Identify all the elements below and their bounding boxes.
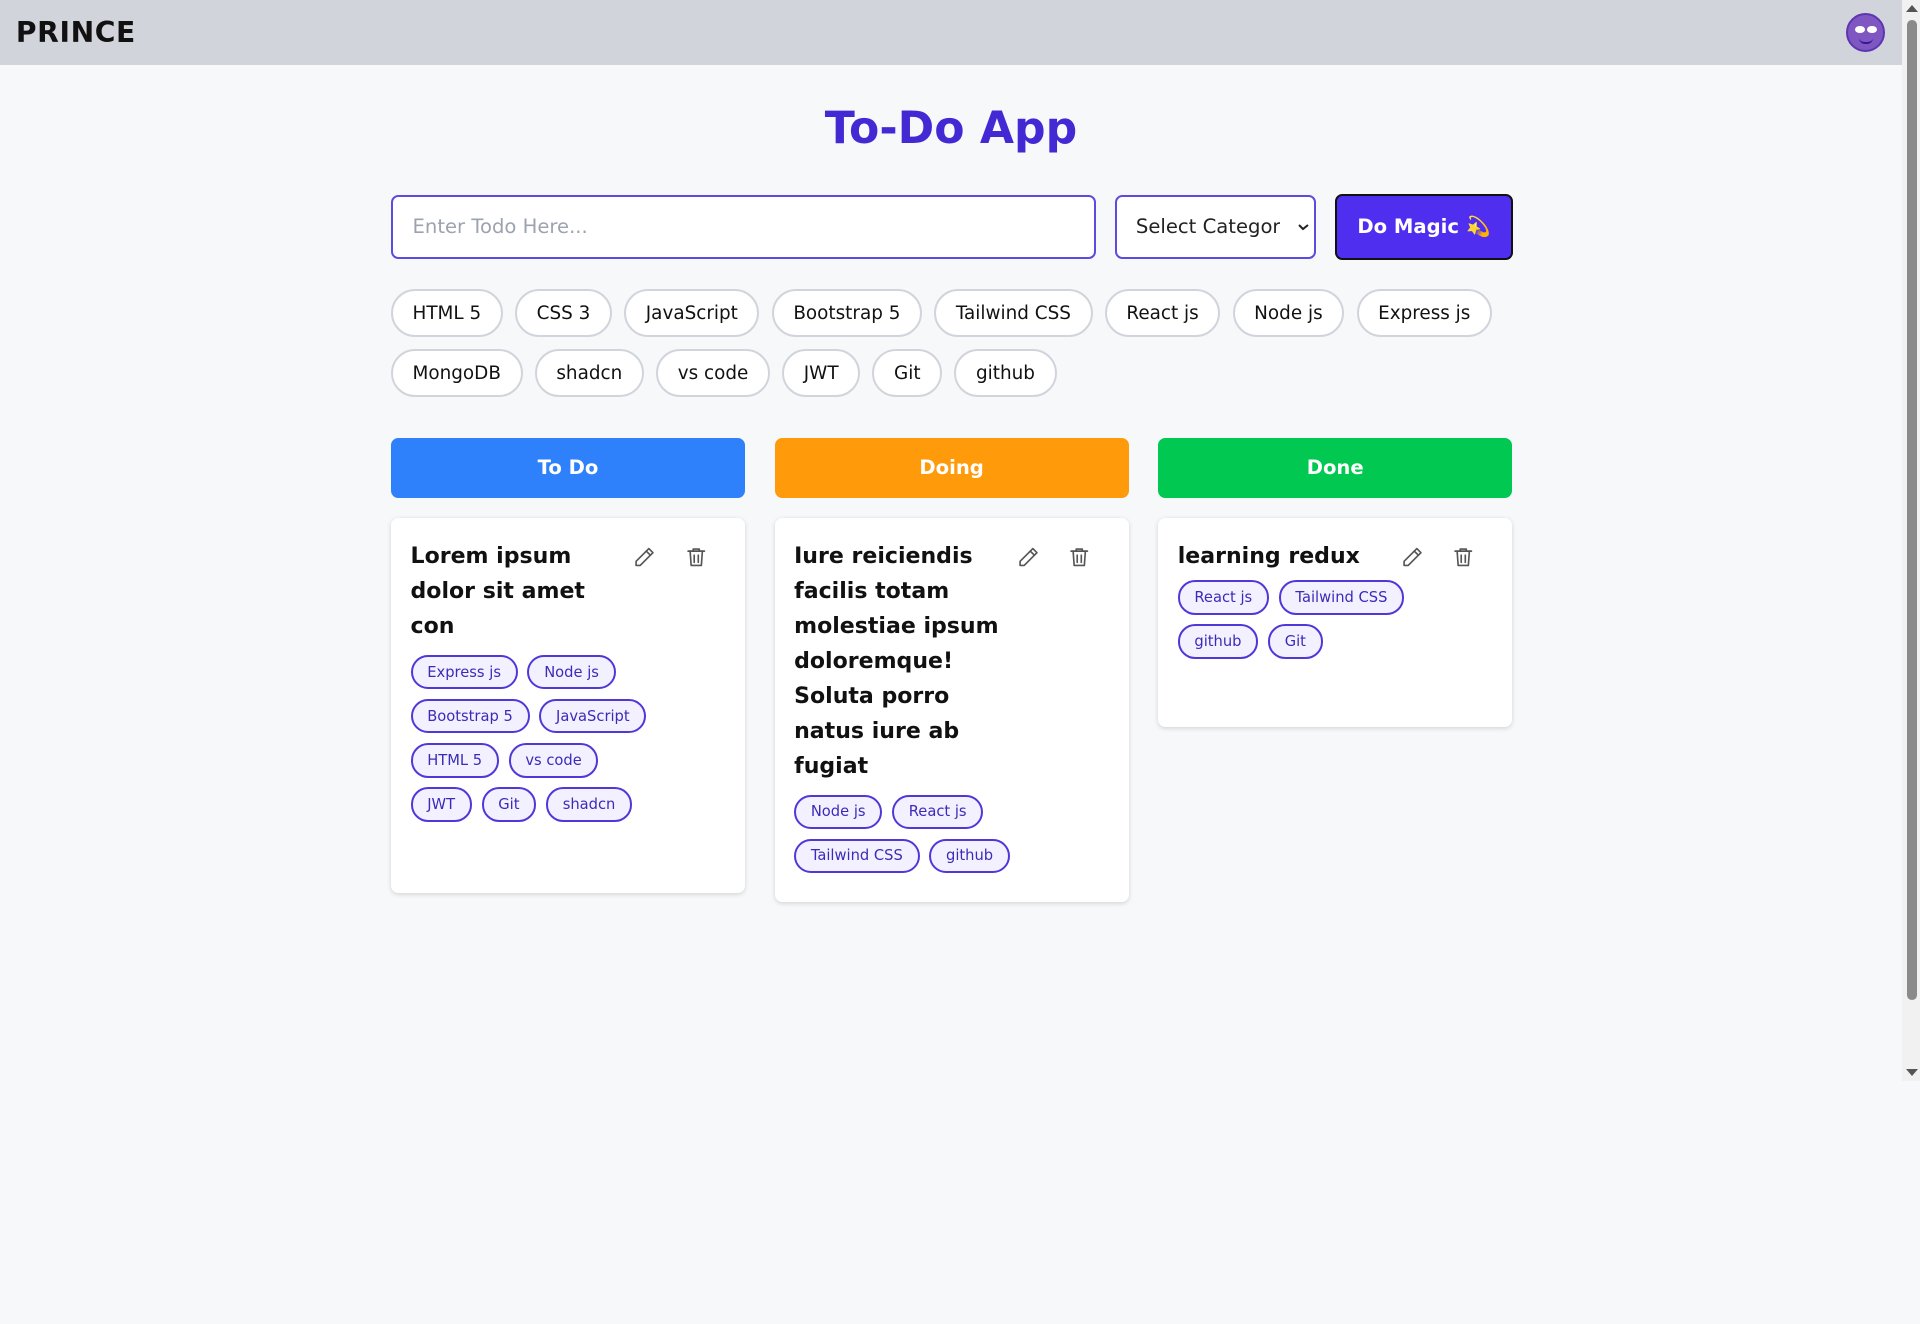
card-title: Lorem ipsum dolor sit amet con [410,544,585,640]
tag: Tailwind CSS [794,838,920,874]
card-title: Iure reiciendis facilis totam molestiae … [794,544,999,779]
tag: Git [481,787,537,822]
doing-card: Iure reiciendis facilis totam molestiae … [774,518,1129,902]
category-chip[interactable]: JavaScript [624,289,760,337]
page-title: To-Do App [824,102,1078,154]
category-chip[interactable]: Tailwind CSS [934,289,1093,337]
scroll-down-arrow-icon[interactable] [1905,1069,1918,1076]
column-header-doing: Doing [774,437,1129,498]
trash-icon[interactable] [684,545,709,570]
tag: JavaScript [539,699,647,734]
tag: shadcn [545,787,633,822]
pencil-icon[interactable] [1016,545,1041,570]
trash-icon[interactable] [1451,545,1476,570]
avatar-eye-icon [1867,25,1877,34]
pencil-icon[interactable] [632,545,657,570]
tag: vs code [508,743,599,778]
card-tags: Node js React js Tailwind CSS github [794,794,1039,874]
sparkle-icon: 💫 [1466,215,1491,239]
avatar-eye-icon [1854,25,1865,34]
category-chip[interactable]: vs code [656,349,770,398]
card-title: learning redux [1177,544,1360,570]
tag: React js [892,794,984,829]
tag: github [1177,624,1259,659]
tag: Tailwind CSS [1278,580,1405,615]
category-chip[interactable]: Git [872,349,943,398]
category-chip[interactable]: shadcn [534,349,644,398]
brand-logo[interactable]: PRINCE [16,16,136,49]
card-header: Iure reiciendis facilis totam molestiae … [794,540,1109,784]
category-chip[interactable]: Node js [1232,289,1345,337]
tag: React js [1177,580,1269,615]
category-chip[interactable]: Express js [1356,289,1492,337]
card-actions [632,540,725,569]
category-chip[interactable]: MongoDB [390,349,523,398]
card-actions [1400,540,1493,569]
tag: Node js [794,794,883,829]
scroll-up-arrow-icon[interactable] [1905,5,1918,12]
category-chip[interactable]: HTML 5 [390,289,503,337]
trash-icon[interactable] [1067,545,1092,570]
do-magic-button[interactable]: Do Magic 💫 [1334,193,1514,260]
tag: github [929,838,1010,874]
todo-input[interactable] [390,194,1096,259]
tag: Git [1268,624,1323,659]
category-chip[interactable]: Bootstrap 5 [771,289,922,337]
card-header: learning redux [1178,540,1493,575]
card-header: Lorem ipsum dolor sit amet con [411,540,726,645]
scrollbar-thumb[interactable] [1906,19,1917,1000]
category-chip[interactable]: CSS 3 [515,289,612,337]
card-tags: React js Tailwind CSS github Git [1177,580,1423,659]
column-header-done: Done [1158,437,1513,498]
todo-card: Lorem ipsum dolor sit amet con Express j… [390,518,746,894]
pencil-icon[interactable] [1400,545,1425,570]
user-avatar[interactable] [1845,12,1885,53]
card-tags: Express js Node js Bootstrap 5 JavaScrip… [410,654,656,822]
column-header-todo: To Do [390,437,746,498]
category-chips: HTML 5 CSS 3 JavaScript Bootstrap 5 Tail… [390,289,1494,398]
navbar: PRINCE [0,0,1902,65]
tag: HTML 5 [410,743,499,778]
category-chip[interactable]: React js [1104,289,1221,337]
done-card: learning redux React js Tailwind CSS git… [1158,518,1513,727]
tag: Express js [410,654,518,690]
do-magic-label: Do Magic [1357,215,1459,239]
tag: Node js [527,654,616,690]
scrollbar[interactable] [1901,0,1920,1081]
page: PRINCE To-Do App Select Categor Do Magic… [0,0,1920,1081]
tag: JWT [410,787,472,822]
avatar-mouth-icon [1858,38,1874,45]
category-chip[interactable]: JWT [782,349,861,398]
card-actions [1016,540,1109,569]
category-select[interactable]: Select Categor [1115,194,1317,259]
tag: Bootstrap 5 [410,699,530,734]
category-chip[interactable]: github [954,349,1057,398]
